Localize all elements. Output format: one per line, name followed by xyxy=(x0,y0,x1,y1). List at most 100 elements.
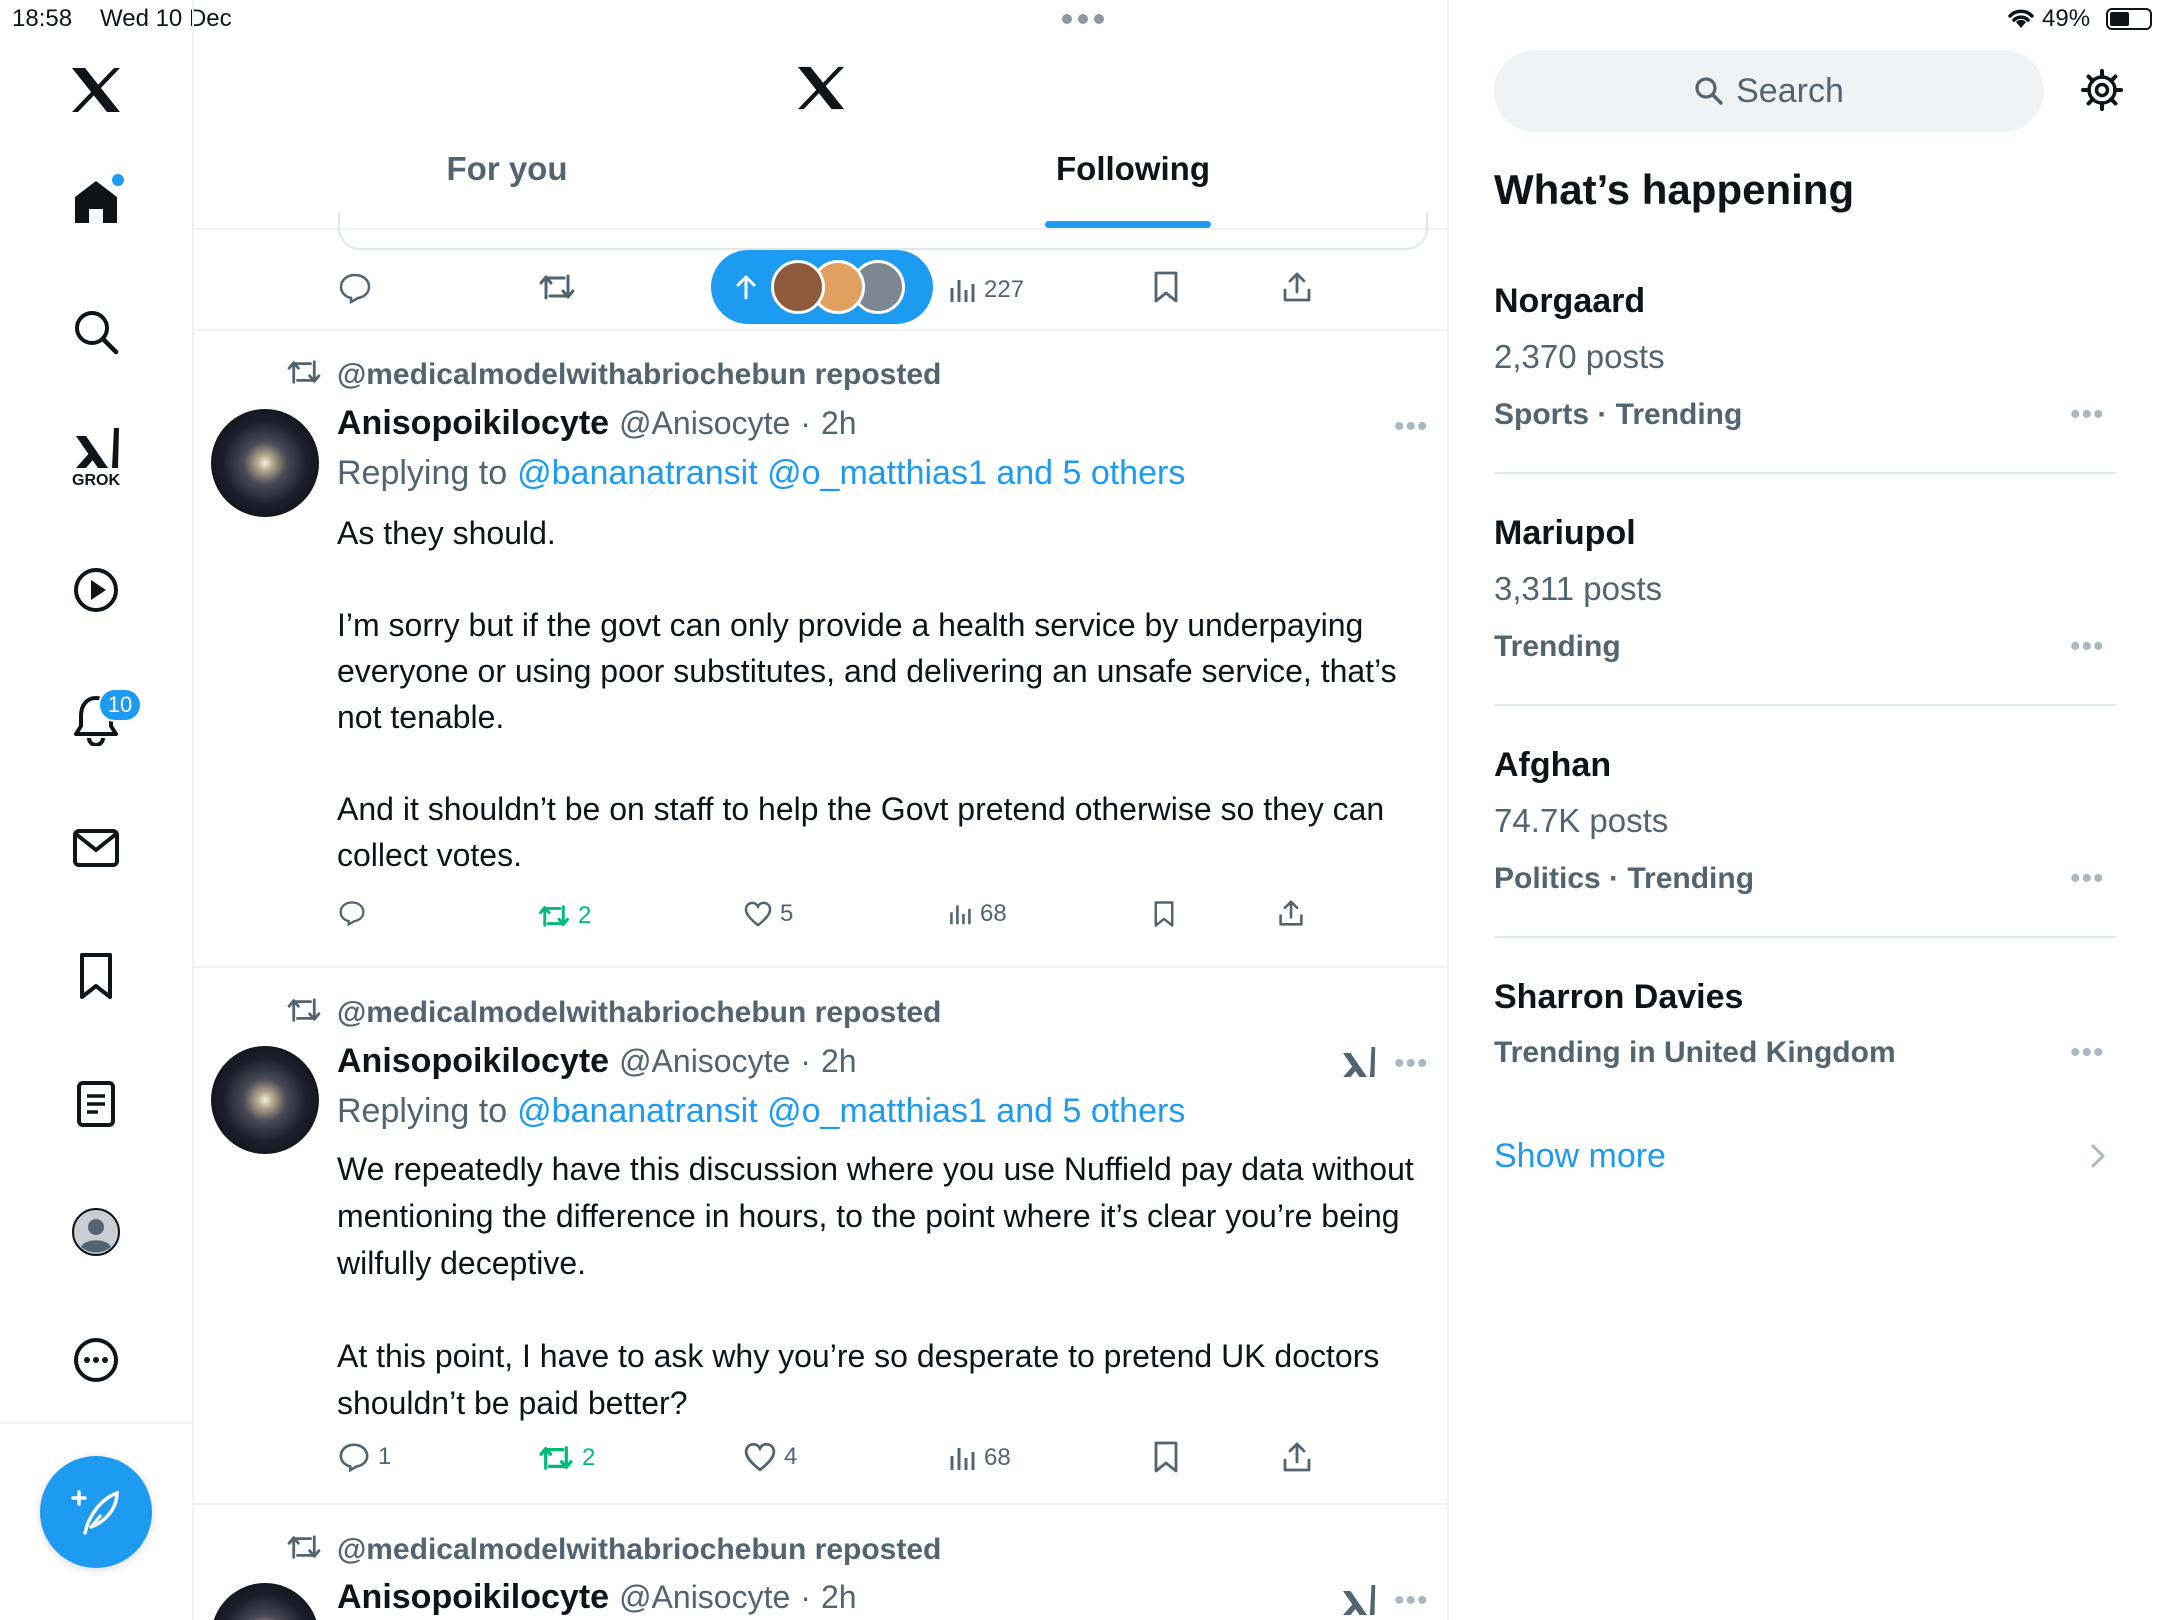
messages-envelope-icon[interactable] xyxy=(62,814,130,882)
author-name[interactable]: Anisopoikilocyte xyxy=(337,1578,609,1617)
reply-count: 1 xyxy=(378,1443,392,1470)
like-count: 5 xyxy=(780,900,794,927)
views-chart-icon xyxy=(950,905,971,925)
bookmark-button[interactable] xyxy=(1152,900,1176,928)
repost-icon xyxy=(539,905,569,927)
repost-icon xyxy=(539,274,575,300)
replying-to-prefix: Replying to xyxy=(337,1092,508,1130)
chevron-right-icon xyxy=(2091,1144,2105,1168)
trend-context: Trending xyxy=(1494,630,1621,663)
post-time[interactable]: 2h xyxy=(821,1579,857,1616)
post-paragraph: At this point, I have to ask why you’re … xyxy=(337,1338,1380,1421)
post-paragraph: As they should. xyxy=(337,515,556,551)
trend-more-icon[interactable]: ••• xyxy=(2070,862,2105,896)
status-date: Wed 10 Dec xyxy=(100,5,232,32)
prev-post-reply-button[interactable] xyxy=(338,272,372,304)
settings-gear-icon[interactable] xyxy=(2080,68,2124,112)
bookmark-button[interactable] xyxy=(1152,1440,1180,1474)
show-more-link[interactable]: Show more xyxy=(1494,1130,2116,1182)
trend-title: Norgaard xyxy=(1494,282,1646,320)
post-time[interactable]: 2h xyxy=(821,1043,857,1080)
battery-icon xyxy=(2106,8,2152,30)
notifications-bell-icon[interactable]: 10 xyxy=(62,686,142,754)
notifications-badge: 10 xyxy=(98,688,142,722)
trend-more-icon[interactable]: ••• xyxy=(2070,1036,2105,1070)
repost-button[interactable]: 2 xyxy=(538,902,591,930)
trend-item[interactable] xyxy=(1494,938,2116,1098)
author-handle[interactable]: @Anisocyte xyxy=(619,1579,790,1616)
author-name[interactable]: Anisopoikilocyte xyxy=(337,1042,609,1081)
grok-icon[interactable]: GROK xyxy=(62,424,130,492)
meta-separator: · xyxy=(800,405,811,441)
lists-icon[interactable] xyxy=(62,1070,130,1138)
author-avatar[interactable] xyxy=(211,1046,319,1154)
explore-search-icon[interactable] xyxy=(62,298,130,366)
home-icon[interactable] xyxy=(62,168,130,236)
trend-context: Politics · Trending xyxy=(1494,862,1755,895)
more-options-icon[interactable] xyxy=(62,1326,130,1394)
heart-icon xyxy=(744,1442,776,1472)
author-handle[interactable]: @Anisocyte xyxy=(619,405,790,442)
post-paragraph: I’m sorry but if the govt can only provi… xyxy=(337,607,1397,735)
replying-to-users[interactable]: @bananatransit @o_matthias1 and 5 others xyxy=(517,454,1185,493)
trend-more-icon[interactable]: ••• xyxy=(2070,630,2105,664)
views-chart-icon xyxy=(950,280,975,302)
author-name[interactable]: Anisopoikilocyte xyxy=(337,404,609,443)
author-avatar[interactable] xyxy=(211,409,319,517)
author-handle[interactable]: @Anisocyte xyxy=(619,1043,790,1080)
multitasking-dots-icon[interactable] xyxy=(1062,14,1104,24)
reply-icon xyxy=(339,1443,369,1472)
replying-to-prefix: Replying to xyxy=(337,454,508,492)
header-x-logo-icon[interactable] xyxy=(796,64,846,112)
post-time[interactable]: 2h xyxy=(821,405,857,442)
new-posts-pill[interactable] xyxy=(711,250,933,324)
prev-post-views-button[interactable]: 227 xyxy=(948,276,1024,304)
views-button[interactable]: 68 xyxy=(948,900,1007,928)
share-button[interactable] xyxy=(1278,898,1304,928)
profile-avatar-icon[interactable] xyxy=(62,1198,130,1266)
arrow-up-icon xyxy=(736,275,756,300)
video-play-icon[interactable] xyxy=(62,556,130,624)
replying-to-users[interactable]: @bananatransit @o_matthias1 and 5 others xyxy=(517,1092,1185,1131)
quoted-card-bottom-edge xyxy=(338,212,1428,250)
post-paragraph: And it shouldn’t be on staff to help the… xyxy=(337,791,1385,873)
prev-post-bookmark-button[interactable] xyxy=(1152,270,1180,304)
bookmark-icon xyxy=(1154,1441,1178,1473)
post-spacer xyxy=(337,1287,1417,1333)
x-logo-icon[interactable] xyxy=(62,56,130,124)
post-more-icon[interactable]: ••• xyxy=(1394,410,1429,444)
reposted-by-label[interactable]: @medicalmodelwithabriochebun reposted xyxy=(337,1533,941,1567)
reposted-by-label[interactable]: @medicalmodelwithabriochebun reposted xyxy=(337,996,941,1030)
prev-post-share-button[interactable] xyxy=(1282,270,1312,304)
trend-more-icon[interactable]: ••• xyxy=(2070,398,2105,432)
bookmarks-icon[interactable] xyxy=(62,942,130,1010)
grok-explain-icon[interactable] xyxy=(1340,1582,1376,1618)
views-button[interactable]: 68 xyxy=(948,1444,1011,1472)
reposted-by-label[interactable]: @medicalmodelwithabriochebun reposted xyxy=(337,358,941,392)
share-button[interactable] xyxy=(1282,1440,1312,1474)
grok-explain-icon[interactable] xyxy=(1340,1044,1376,1080)
post-more-icon[interactable]: ••• xyxy=(1394,1584,1429,1618)
sidebar-bottom-divider xyxy=(0,1422,193,1424)
wifi-icon xyxy=(2006,6,2036,30)
meta-separator: · xyxy=(800,1043,811,1079)
post-text: As they should. I’m sorry but if the gov… xyxy=(337,510,1417,878)
bookmark-icon xyxy=(1154,271,1178,303)
repost-button[interactable]: 2 xyxy=(538,1444,595,1472)
repost-small-icon xyxy=(286,358,322,386)
like-button[interactable]: 4 xyxy=(744,1442,797,1472)
reply-button[interactable] xyxy=(338,900,374,926)
compose-post-button[interactable] xyxy=(40,1456,152,1568)
repost-small-icon xyxy=(286,996,322,1024)
new-post-avatar xyxy=(771,260,825,314)
views-chart-icon xyxy=(950,1448,975,1470)
reply-button[interactable]: 1 xyxy=(338,1442,391,1472)
post-more-icon[interactable]: ••• xyxy=(1394,1047,1429,1081)
like-button[interactable]: 5 xyxy=(744,900,793,928)
whats-happening-title: What’s happening xyxy=(1494,166,1855,213)
search-bar[interactable]: Search xyxy=(1494,50,2044,132)
repost-count: 2 xyxy=(582,1444,596,1471)
prev-post-repost-button[interactable] xyxy=(538,272,576,302)
like-count: 4 xyxy=(784,1443,798,1470)
repost-icon xyxy=(539,1446,573,1470)
